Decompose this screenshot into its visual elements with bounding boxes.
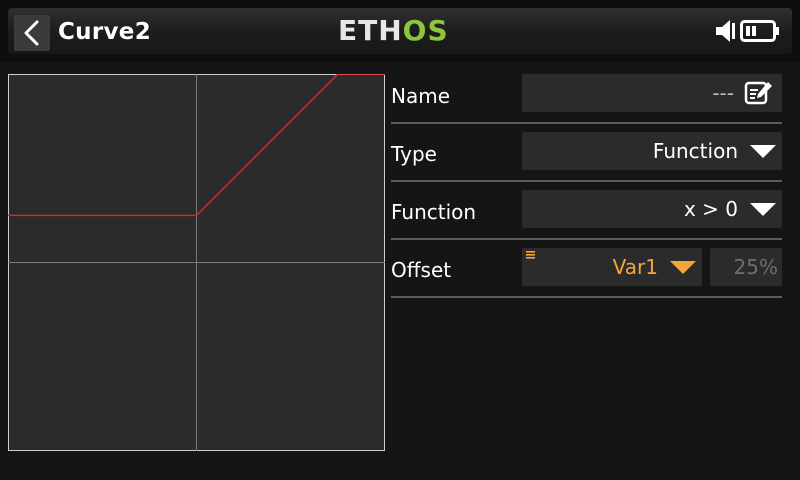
curve-graph (8, 74, 385, 451)
divider (391, 238, 782, 240)
dropdown-arrow-icon (750, 202, 776, 216)
offset-value-field[interactable]: 25% (710, 248, 782, 286)
row-name: Name --- (391, 74, 782, 132)
battery-icon (740, 20, 779, 42)
name-value: --- (712, 81, 734, 105)
offset-source-value: Var1 (612, 255, 658, 279)
offset-value: 25% (733, 255, 778, 279)
menu-lines-icon (526, 251, 535, 259)
row-type: Type Function (391, 132, 782, 190)
ethos-logo: ETHOS (338, 14, 449, 47)
type-dropdown[interactable]: Function (522, 132, 782, 170)
type-value: Function (652, 139, 738, 163)
header-bar: Curve2 ETHOS (8, 8, 792, 54)
dropdown-arrow-icon (670, 260, 696, 274)
divider (391, 122, 782, 124)
function-label: Function (391, 200, 477, 224)
function-value: x > 0 (683, 197, 738, 221)
chevron-left-icon (24, 20, 39, 46)
divider (391, 296, 782, 298)
edit-icon (744, 81, 772, 105)
divider (391, 180, 782, 182)
dropdown-arrow-icon (750, 144, 776, 158)
offset-source-dropdown[interactable]: Var1 (522, 248, 702, 286)
offset-label: Offset (391, 258, 452, 282)
status-icons (714, 18, 780, 44)
type-label: Type (391, 142, 437, 166)
page-title: Curve2 (58, 19, 151, 45)
speaker-icon[interactable] (714, 18, 736, 44)
top-header: Curve2 ETHOS (0, 0, 800, 62)
name-label: Name (391, 84, 451, 108)
row-function: Function x > 0 (391, 190, 782, 248)
back-button[interactable] (14, 15, 50, 51)
row-offset: Offset Var1 25% (391, 248, 782, 306)
name-field[interactable]: --- (522, 74, 782, 112)
function-dropdown[interactable]: x > 0 (522, 190, 782, 228)
